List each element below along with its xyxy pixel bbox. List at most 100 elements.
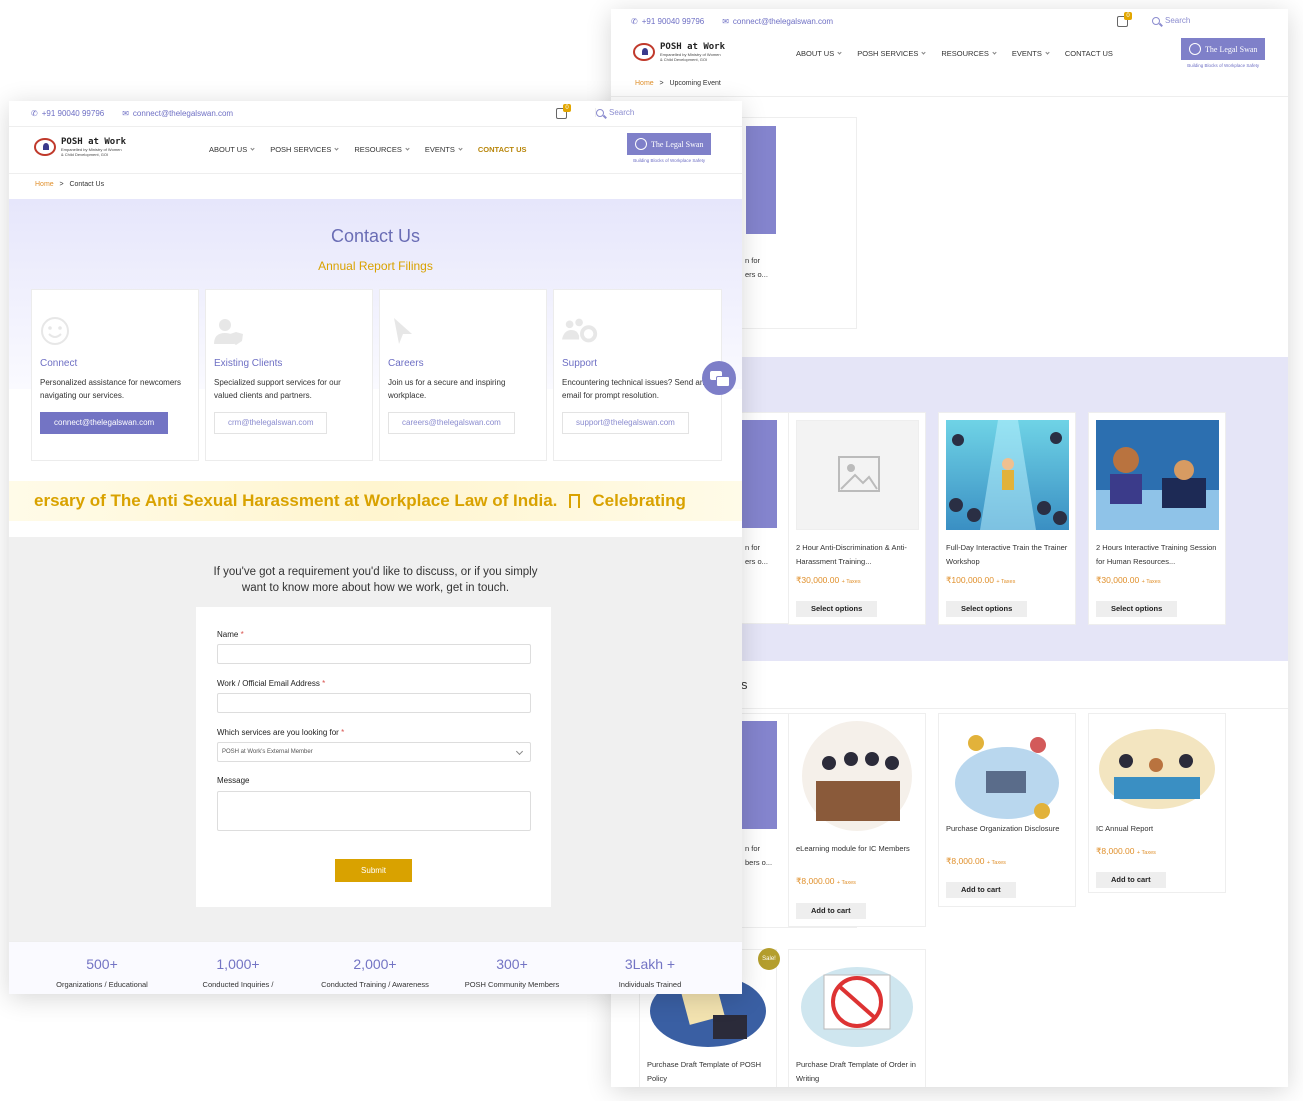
nav-events[interactable]: EVENTS <box>425 145 463 154</box>
event-card[interactable]: 2 Hours Interactive Training Session for… <box>1088 412 1226 625</box>
email-field[interactable] <box>217 693 531 713</box>
event-card[interactable]: 2 Hour Anti-Discrimination & Anti-Harass… <box>788 412 926 625</box>
contact-us-window: ✆ +91 90040 99796 ✉ connect@thelegalswan.c… <box>9 101 742 994</box>
nav-contact[interactable]: CONTACT US <box>1065 49 1113 58</box>
message-label: Message <box>217 776 250 785</box>
page-title: Contact Us <box>330 226 421 246</box>
chevron-down-icon <box>250 146 255 151</box>
posh-logo-icon <box>633 43 655 61</box>
product-card[interactable]: Purchase Draft Template of Order in Writ… <box>788 949 926 1087</box>
email-label: Work / Official Email Address * <box>217 679 326 688</box>
cart-count-badge: 0 <box>1124 12 1132 20</box>
event-card[interactable]: Full-Day Interactive Train the Trainer W… <box>938 412 1076 625</box>
legal-swan-logo[interactable]: The Legal Swan Building Blocks of Workpl… <box>627 133 712 163</box>
nav-about[interactable]: ABOUT US <box>209 145 255 154</box>
swan-icon <box>635 138 647 150</box>
phone-link[interactable]: ✆ +91 90040 99796 <box>31 109 104 118</box>
add-to-cart-button[interactable]: Add to cart <box>946 882 1016 898</box>
training-illustration <box>946 420 1069 530</box>
swan-icon <box>1189 43 1201 55</box>
flyer-image <box>742 721 777 829</box>
name-label: Name * <box>217 630 244 639</box>
nav-services[interactable]: POSH SERVICES <box>270 145 339 154</box>
user-shield-icon <box>214 319 243 345</box>
careers-email-button[interactable]: careers@thelegalswan.com <box>388 412 515 434</box>
contact-card-support: Support Encountering technical issues? S… <box>553 289 722 461</box>
email-link[interactable]: ✉ connect@thelegalswan.com <box>122 109 233 118</box>
sale-badge: Sale! <box>758 948 780 970</box>
stat-item: 2,000+ Conducted Training / Awareness <box>321 956 429 989</box>
select-options-button[interactable]: Select options <box>796 601 878 617</box>
add-to-cart-button[interactable]: Add to cart <box>796 903 866 919</box>
main-nav: ABOUT US POSH SERVICES RESOURCES EVENTS … <box>209 145 526 154</box>
breadcrumb-home[interactable]: Home <box>35 181 54 188</box>
nav-services[interactable]: POSH SERVICES <box>857 49 926 58</box>
select-options-button[interactable]: Select options <box>946 601 1028 617</box>
breadcrumb-current: Upcoming Event <box>669 80 721 87</box>
flyer-image <box>746 126 776 234</box>
breadcrumb: Home > Contact Us <box>35 181 105 188</box>
search-icon <box>1152 16 1160 25</box>
name-field[interactable] <box>217 644 531 664</box>
site-logo[interactable]: POSH at Work Empanelled by Ministry of Wo… <box>633 42 725 62</box>
search-box[interactable]: Search <box>1152 16 1190 25</box>
submit-button[interactable]: Submit <box>335 859 412 882</box>
search-box[interactable]: Search <box>595 108 634 117</box>
chevron-down-icon <box>992 50 997 55</box>
disclosure-illustration <box>946 721 1069 831</box>
nav-events[interactable]: EVENTS <box>1012 49 1050 58</box>
nav-resources[interactable]: RESOURCES <box>354 145 410 154</box>
nav-about[interactable]: ABOUT US <box>796 49 842 58</box>
stat-item: 300+ POSH Community Members <box>464 956 560 989</box>
crm-email-button[interactable]: crm@thelegalswan.com <box>214 412 328 434</box>
services-label: Which services are you looking for * <box>217 728 345 737</box>
chat-widget-icon[interactable] <box>702 361 736 395</box>
top-contact-bar: ✆ +91 90040 99796 ✉ connect@thelegalswan.c… <box>31 109 742 118</box>
stat-item: 1,000+ Conducted Inquiries / <box>202 956 274 989</box>
posh-logo-icon <box>34 138 56 156</box>
breadcrumb-home[interactable]: Home <box>635 80 654 87</box>
message-textarea[interactable] <box>217 791 531 831</box>
price: ₹30,000.00 + Taxes <box>796 575 861 585</box>
contact-form: Name * Work / Official Email Address * W… <box>196 607 551 907</box>
chevron-down-icon <box>837 50 842 55</box>
connect-email-button[interactable]: connect@thelegalswan.com <box>40 412 169 434</box>
breadcrumb-current: Contact Us <box>69 181 105 188</box>
product-card[interactable]: IC Annual Report ₹8,000.00 + Taxes Add t… <box>1088 713 1226 893</box>
cursor-icon <box>394 318 412 344</box>
price: ₹30,000.00 + Taxes <box>1096 575 1161 585</box>
elearning-illustration <box>796 721 919 831</box>
email-link[interactable]: ✉ connect@thelegalswan.com <box>722 17 833 26</box>
select-options-button[interactable]: Select options <box>1096 601 1178 617</box>
page-subtitle: Annual Report Filings <box>318 259 433 273</box>
chevron-down-icon <box>334 146 339 151</box>
site-logo[interactable]: POSH at Work Empanelled by Ministry of Wo… <box>34 137 126 157</box>
announcement-marquee: ersary of The Anti Sexual Harassment at … <box>9 481 742 521</box>
price: ₹8,000.00 + Taxes <box>1096 846 1156 856</box>
contact-card-careers: Careers Join us for a secure and inspiri… <box>379 289 547 461</box>
breadcrumb: Home > Upcoming Event <box>635 80 721 87</box>
support-email-button[interactable]: support@thelegalswan.com <box>562 412 689 434</box>
stat-item: 500+ Organizations / Educational <box>56 956 148 989</box>
chevron-down-icon <box>458 146 463 151</box>
contact-card-existing-clients: Existing Clients Specialized support ser… <box>205 289 373 461</box>
flyer-image <box>742 420 777 528</box>
search-icon <box>596 108 604 117</box>
mail-icon: ✉ <box>722 17 729 26</box>
contact-card-connect: Connect Personalized assistance for newc… <box>31 289 199 461</box>
add-to-cart-button[interactable]: Add to cart <box>1096 872 1166 888</box>
placeholder-image-icon <box>796 420 919 530</box>
nav-resources[interactable]: RESOURCES <box>941 49 997 58</box>
order-in-writing-illustration <box>796 957 919 1049</box>
stat-item: 3Lakh + Individuals Trained <box>618 956 682 989</box>
main-nav: ABOUT US POSH SERVICES RESOURCES EVENTS … <box>796 49 1113 58</box>
services-select[interactable]: POSH at Work's External Member <box>217 742 531 762</box>
users-gear-icon <box>562 318 598 343</box>
product-card[interactable]: Purchase Organization Disclosure ₹8,000.… <box>938 713 1076 907</box>
legal-swan-logo[interactable]: The Legal Swan Building Blocks of Workpl… <box>1181 38 1266 68</box>
phone-icon: ✆ <box>31 109 38 118</box>
product-card[interactable]: eLearning module for IC Members ₹8,000.0… <box>788 713 926 927</box>
phone-link[interactable]: ✆ +91 90040 99796 <box>631 17 704 26</box>
nav-contact[interactable]: CONTACT US <box>478 145 527 154</box>
contact-intro-text: If you've got a requirement you'd like t… <box>213 566 538 594</box>
